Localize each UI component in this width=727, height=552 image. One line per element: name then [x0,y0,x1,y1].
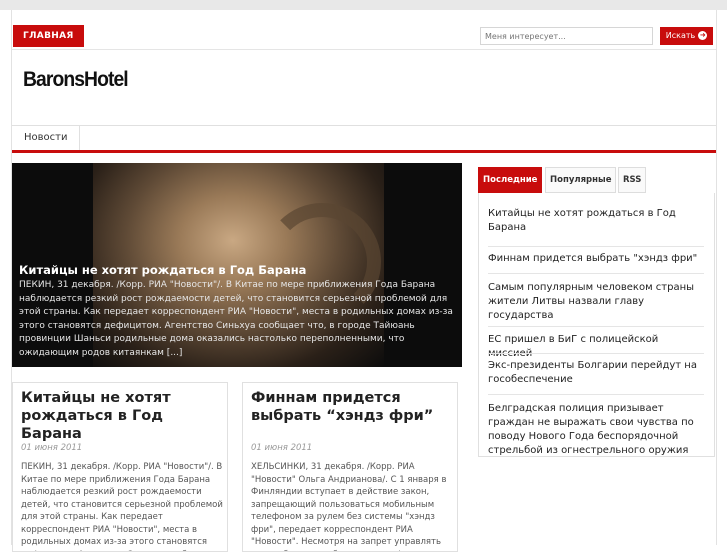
list-item[interactable]: Финнам придется выбрать "хэндз фри" [488,252,700,266]
post-card: Финнам придется выбрать “хэндз фри” 01 и… [242,382,458,552]
top-strip [0,0,727,10]
list-item[interactable]: Китайцы не хотят рождаться в Год Барана [488,207,700,235]
arrow-right-icon: ➜ [698,31,708,40]
post-date: 01 июня 2011 [21,443,83,453]
sidebar-tabs: Последние Популярные RSS [478,167,715,193]
post-excerpt: ХЕЛЬСИНКИ, 31 декабря. /Корр. РИА "Новос… [251,462,447,551]
list-divider [488,273,704,274]
site-logo[interactable]: BaronsHotel [23,68,129,92]
post-excerpt: ПЕКИН, 31 декабря. /Корр. РИА "Новости"/… [21,462,223,551]
list-item[interactable]: Белградская полиция призывает граждан не… [488,402,700,458]
post-title[interactable]: Финнам придется выбрать “хэндз фри” [251,389,456,425]
page-container: ГЛАВНАЯ Искать➜ BaronsHotel Новости Кита… [11,10,717,552]
post-title[interactable]: Китайцы не хотят рождаться в Год Барана [21,389,226,443]
tab-rss[interactable]: RSS [618,167,647,193]
tab-latest[interactable]: Последние [478,167,543,193]
nav-item-news[interactable]: Новости [12,126,81,150]
main-nav: Новости [12,125,716,153]
featured-excerpt: ПЕКИН, 31 декабря. /Корр. РИА "Новости"/… [19,280,453,358]
list-item[interactable]: Экс-президенты Болгарии перейдут на госо… [488,359,700,387]
tab-popular[interactable]: Популярные [545,167,617,193]
list-item[interactable]: ЕС пришел в БиГ с полицейской миссией [488,333,700,361]
search-button[interactable]: Искать ➜ [660,27,713,45]
search-input[interactable] [480,27,653,45]
top-bar: ГЛАВНАЯ Искать➜ [12,23,716,50]
search-button-label: Искать [665,31,696,40]
post-date: 01 июня 2011 [251,443,313,453]
list-divider [488,326,704,327]
list-divider [488,246,704,247]
featured-slider[interactable]: Китайцы не хотят рождаться в Год Барана … [12,163,462,367]
list-divider [488,353,704,354]
post-card: Китайцы не хотят рождаться в Год Барана … [12,382,228,552]
list-divider [488,394,704,395]
sidebar-post-list: Китайцы не хотят рождаться в Год Барана … [478,193,715,457]
featured-title[interactable]: Китайцы не хотят рождаться в Год Барана [19,263,306,277]
list-item[interactable]: Самым популярным человеком страны жители… [488,281,700,323]
home-button[interactable]: ГЛАВНАЯ [13,25,84,47]
